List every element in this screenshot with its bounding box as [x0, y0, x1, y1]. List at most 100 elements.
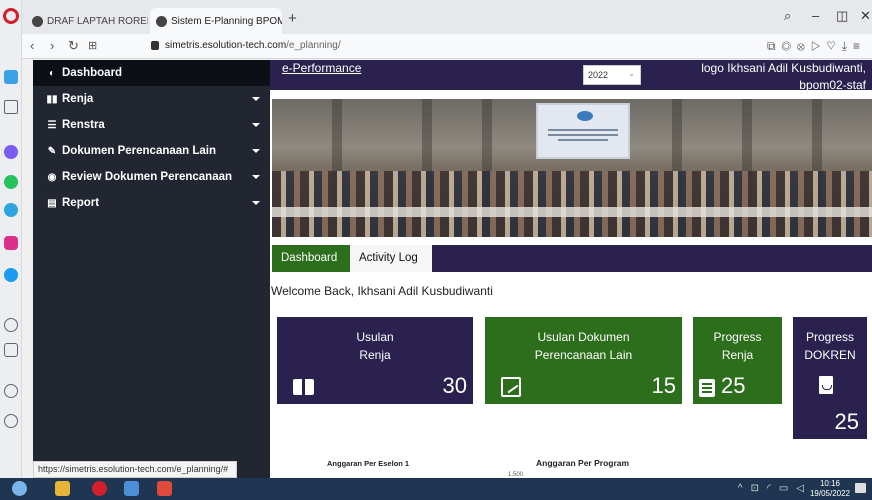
close-window-button[interactable]: ✕: [860, 8, 871, 24]
user-info[interactable]: logo Ikhsani Adil Kusbudiwanti, bpom02-s…: [701, 60, 866, 94]
tab-label: DRAF LAPTAH RORENKEU: [47, 15, 148, 27]
player-icon[interactable]: [4, 318, 18, 332]
windows-taskbar: ^⊡◜▭◁ 10:16 19/05/2022: [0, 478, 872, 500]
opera-logo-icon[interactable]: [3, 8, 19, 24]
chart-title-program: Anggaran Per Program: [536, 458, 630, 468]
e-performance-link[interactable]: e-Performance: [282, 61, 361, 75]
bookmark-icon[interactable]: [4, 100, 18, 114]
notification-icon[interactable]: [855, 483, 866, 493]
url-field[interactable]: simetris.esolution-tech.com/e_planning/: [165, 40, 341, 51]
card-progress-dokren[interactable]: Progress DOKREN 25: [793, 317, 867, 439]
sidebar-item-renja[interactable]: ▮▮ Renja: [33, 86, 270, 112]
card-value: 25: [721, 373, 746, 398]
year-select[interactable]: 2022 ⌄: [583, 65, 641, 85]
chevron-down-icon: ⌄: [628, 69, 635, 78]
sidebar-item-renstra[interactable]: ☰ Renstra: [33, 112, 270, 138]
clock-date: 19/05/2022: [809, 489, 850, 498]
link-status-bar: https://simetris.esolution-tech.com/e_pl…: [33, 461, 237, 478]
sidebar-item-review-dokumen[interactable]: ◉ Review Dokumen Perencanaan: [33, 164, 270, 190]
instagram-icon[interactable]: [4, 236, 18, 250]
sidebar-item-dashboard[interactable]: ◐ Dashboard: [33, 60, 270, 86]
sidebar-item-dokumen-perencanaan-lain[interactable]: ✎ Dokumen Perencanaan Lain: [33, 138, 270, 164]
system-tray[interactable]: ^⊡◜▭◁: [738, 483, 812, 494]
lock-icon: [151, 41, 159, 50]
sidebar-item-label: Dokumen Perencanaan Lain: [62, 145, 217, 157]
history-icon[interactable]: [4, 414, 18, 428]
tab-activity-log[interactable]: Activity Log: [350, 245, 432, 272]
maximize-button[interactable]: ◫: [836, 8, 848, 24]
speed-dial-icon[interactable]: ⊞: [88, 39, 97, 52]
card-value: 30: [442, 373, 467, 398]
home-icon[interactable]: [4, 70, 18, 84]
minimize-button[interactable]: –: [812, 8, 819, 23]
sidebar-item-label: Renja: [62, 93, 94, 105]
globe-icon: [32, 15, 43, 27]
opera-sidebar: [0, 0, 22, 478]
audience: [272, 171, 872, 237]
reload-icon[interactable]: ↻: [68, 38, 79, 54]
broken-logo-icon: logo: [701, 61, 724, 75]
sidebar-item-report[interactable]: ▤ Report: [33, 190, 270, 216]
telegram-icon[interactable]: [4, 203, 18, 217]
edit-doc-icon: ✎: [47, 145, 57, 157]
card-title: Progress DOKREN: [804, 330, 856, 362]
heart-icon[interactable]: [4, 384, 18, 398]
forward-icon[interactable]: ›: [50, 38, 54, 53]
address-bar: ‹ › ↻ ⊞ simetris.esolution-tech.com/e_pl…: [22, 34, 872, 59]
card-progress-renja[interactable]: Progress Renja 25: [693, 317, 782, 404]
messenger-icon[interactable]: [4, 145, 18, 159]
card-value: 25: [834, 409, 859, 434]
tab-e-planning[interactable]: Sistem E-Planning BPOM ✕: [150, 8, 282, 34]
conference-table: [272, 207, 872, 217]
calendar-app-icon[interactable]: [124, 481, 139, 496]
year-value: 2022: [588, 70, 609, 80]
dashboard-tabs: Dashboard Activity Log: [272, 245, 872, 272]
list-icon: ☰: [47, 119, 57, 131]
card-title: Usulan Renja: [356, 330, 394, 362]
document-lines-icon: [699, 379, 715, 397]
main-content: e-Performance 2022 ⌄ logo Ikhsani Adil K…: [270, 60, 872, 478]
caret-down-icon: [252, 149, 260, 153]
card-title: Usulan Dokumen Perencanaan Lain: [534, 330, 633, 362]
tab-dashboard[interactable]: Dashboard: [272, 245, 350, 272]
top-navbar: e-Performance 2022 ⌄ logo Ikhsani Adil K…: [270, 60, 872, 92]
caret-down-icon: [252, 175, 260, 179]
back-icon[interactable]: ‹: [30, 38, 34, 53]
tab-draf-laptah[interactable]: DRAF LAPTAH RORENKEU ✕: [26, 8, 148, 34]
user-role: bpom02-staf: [799, 78, 866, 92]
tab-search-icon[interactable]: ⌕: [784, 8, 791, 24]
clock[interactable]: 10:16 19/05/2022: [810, 479, 850, 499]
sidebar-item-label: Report: [62, 197, 100, 209]
sidebar-item-label: Review Dokumen Perencanaan: [62, 171, 233, 183]
card-title: Progress Renja: [713, 330, 762, 362]
card-usulan-dokumen[interactable]: Usulan Dokumen Perencanaan Lain 15: [485, 317, 682, 404]
app-sidebar: ◐ Dashboard ▮▮ Renja ☰ Renstra ✎ Dokumen…: [33, 60, 270, 478]
new-tab-button[interactable]: +: [288, 10, 297, 27]
tab-label: Sistem E-Planning BPOM: [171, 15, 282, 27]
dashboard-icon: ◐: [48, 67, 56, 79]
welcome-message: Welcome Back, Ikhsani Adil Kusbudiwanti: [271, 284, 493, 298]
signature-icon: [501, 377, 521, 397]
card-usulan-renja[interactable]: Usulan Renja 30: [277, 317, 473, 404]
book-icon: [293, 379, 314, 395]
pdf-app-icon[interactable]: [157, 481, 172, 496]
send-icon[interactable]: [4, 343, 18, 357]
url-host: simetris.esolution-tech.com: [165, 40, 287, 51]
file-icon: ▤: [47, 197, 57, 209]
eye-icon: ◉: [47, 171, 57, 183]
address-tools[interactable]: ⧉◎⊗▷♡⤓≡: [767, 39, 866, 54]
url-path: /e_planning/: [286, 40, 341, 51]
screen: DRAF LAPTAH RORENKEU ✕ Sistem E-Planning…: [0, 0, 872, 500]
caret-down-icon: [252, 201, 260, 205]
pdf-icon: [819, 376, 833, 394]
file-explorer-icon[interactable]: [55, 481, 70, 496]
start-icon[interactable]: [12, 481, 27, 496]
caret-down-icon: [252, 123, 260, 127]
caret-down-icon: [252, 97, 260, 101]
opera-taskbar-icon[interactable]: [92, 481, 107, 496]
projector-screen: [536, 103, 630, 159]
whatsapp-icon[interactable]: [4, 175, 18, 189]
map-icon: ▮▮: [46, 93, 58, 105]
twitter-icon[interactable]: [4, 268, 18, 282]
user-name: Ikhsani Adil Kusbudiwanti,: [727, 61, 866, 75]
